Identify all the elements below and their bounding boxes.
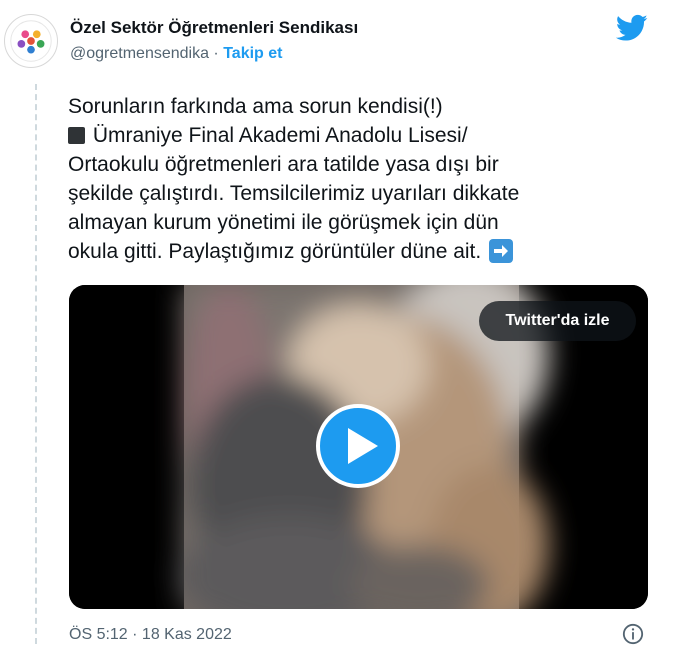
- union-logo-icon: [5, 15, 57, 67]
- tweet-body: Ortaokulu öğretmenleri ara tatilde yasa …: [68, 153, 520, 263]
- info-icon[interactable]: [622, 623, 644, 645]
- tweet-line-1: Sorunların farkında ama sorun kendisi(!): [68, 95, 443, 118]
- separator: ·: [208, 45, 224, 62]
- display-name[interactable]: Özel Sektör Öğretmenleri Sendikası: [70, 18, 358, 38]
- twitter-bird-icon[interactable]: [616, 14, 648, 42]
- user-handle[interactable]: @ogretmensendika: [70, 45, 209, 62]
- thread-line: [35, 84, 37, 644]
- video-player[interactable]: Twitter'da izle: [69, 285, 648, 609]
- black-square-icon: [68, 127, 85, 144]
- tweet-line-2: Ümraniye Final Akademi Anadolu Lisesi/: [92, 124, 468, 147]
- play-button[interactable]: [316, 404, 400, 488]
- watch-on-twitter-button[interactable]: Twitter'da izle: [479, 301, 636, 341]
- follow-link[interactable]: Takip et: [223, 45, 282, 62]
- right-arrow-icon: [489, 239, 514, 263]
- handle-row: @ogretmensendika · Takip et: [70, 45, 282, 63]
- avatar[interactable]: [4, 14, 58, 68]
- tweet-timestamp[interactable]: ÖS 5:12 · 18 Kas 2022: [69, 626, 232, 644]
- tweet-text: Sorunların farkında ama sorun kendisi(!)…: [68, 92, 628, 266]
- play-icon: [348, 428, 378, 464]
